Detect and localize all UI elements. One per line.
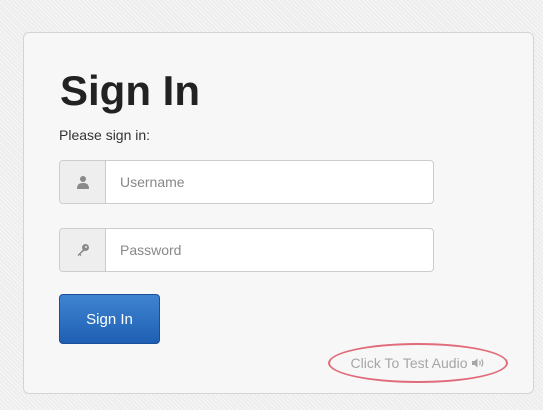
user-icon	[60, 161, 106, 203]
test-audio-label: Click To Test Audio	[350, 355, 468, 371]
password-field-group	[59, 228, 434, 272]
page-title: Sign In	[60, 67, 200, 114]
speaker-icon	[471, 358, 486, 368]
test-audio-link[interactable]: Click To Test Audio	[328, 343, 508, 383]
username-input[interactable]	[106, 161, 433, 203]
sign-in-prompt: Please sign in:	[59, 127, 151, 143]
key-icon	[60, 229, 106, 271]
username-field-group	[59, 160, 434, 204]
password-input[interactable]	[106, 229, 433, 271]
sign-in-panel: Sign In Please sign in: Sign In Click To…	[23, 32, 534, 394]
sign-in-button[interactable]: Sign In	[59, 294, 160, 344]
